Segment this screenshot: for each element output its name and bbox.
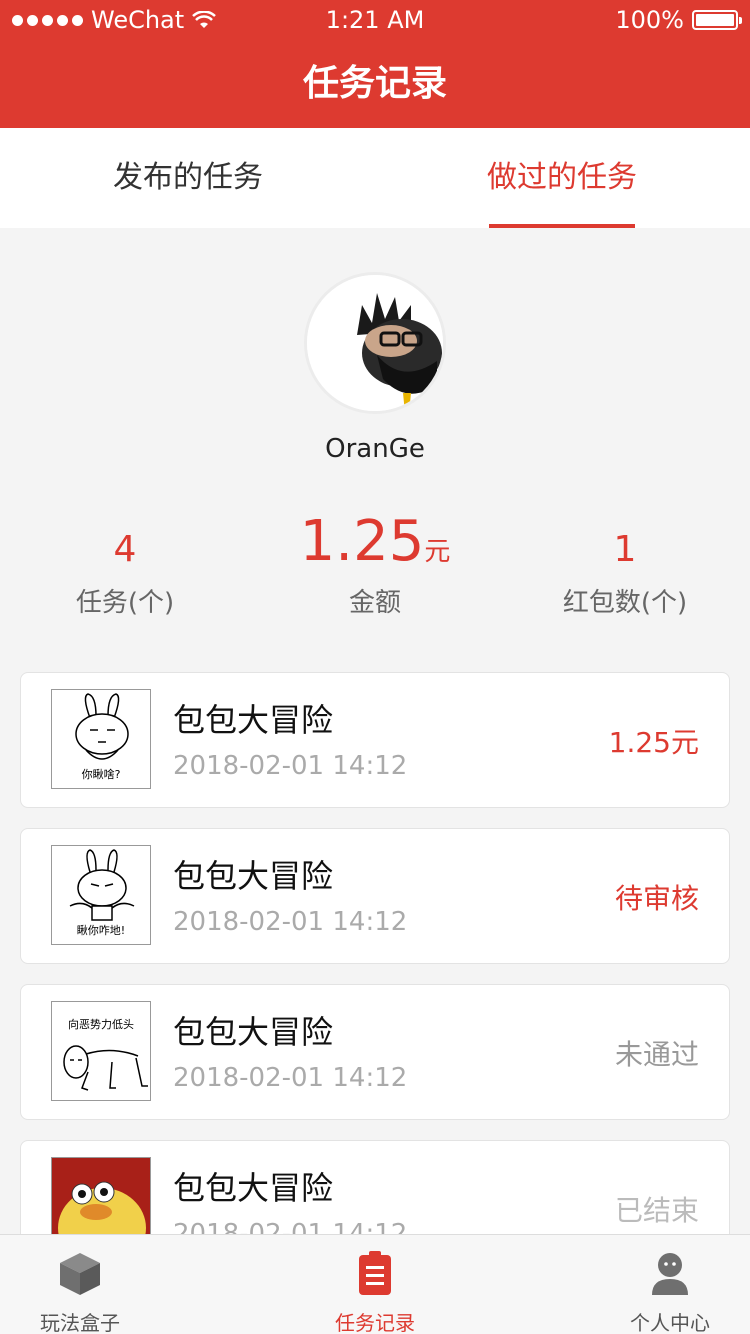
avatar-image — [307, 275, 443, 411]
page-title: 任务记录 — [302, 63, 447, 104]
person-icon — [652, 1253, 688, 1295]
list-item[interactable]: 向恶势力低头 包包大冒险 2018-02-01 14:12 未通过 — [20, 984, 730, 1120]
tab-done-tasks[interactable]: 做过的任务 — [462, 128, 662, 228]
task-date: 2018-02-01 14:12 — [173, 751, 408, 781]
task-date: 2018-02-01 14:12 — [173, 1063, 408, 1093]
segment-tabs: 发布的任务 做过的任务 — [0, 128, 750, 228]
clipboard-icon — [359, 1251, 391, 1295]
status-bar-right: 100% — [615, 6, 742, 34]
task-thumbnail: 向恶势力低头 — [51, 1001, 151, 1101]
stat-tasks-label: 任务(个) — [75, 588, 175, 618]
bottom-tab-label: 玩法盒子 — [40, 1311, 120, 1334]
stat-amount-value: 1.25 — [299, 509, 425, 574]
list-item[interactable]: 你瞅啥? 包包大冒险 2018-02-01 14:12 1.25元 — [20, 672, 730, 808]
tab-label: 发布的任务 — [113, 160, 263, 195]
stats-row: 4 任务(个) 1.25元 金额 1 红包数(个) — [0, 510, 750, 620]
cube-icon — [60, 1253, 100, 1295]
thumb-caption: 向恶势力低头 — [68, 1018, 134, 1031]
stat-amount-unit: 元 — [424, 537, 451, 567]
stat-amount: 1.25元 金额 — [250, 510, 500, 619]
thumb-caption: 你瞅啥? — [81, 768, 121, 781]
stat-tasks-value: 4 — [113, 529, 137, 570]
status-bar: WeChat 1:21 AM 100% — [0, 0, 750, 40]
avatar[interactable] — [304, 272, 446, 414]
username: OranGe — [325, 434, 425, 464]
stat-redpackets: 1 红包数(个) — [500, 510, 750, 619]
task-date: 2018-02-01 14:12 — [173, 907, 408, 937]
list-item[interactable]: 瞅你咋地! 包包大冒险 2018-02-01 14:12 待审核 — [20, 828, 730, 964]
task-status: 未通过 — [614, 1038, 699, 1071]
bottom-tab-personal-center[interactable]: 个人中心 — [590, 1235, 750, 1334]
task-status: 已结束 — [614, 1194, 699, 1227]
nav-bar: 任务记录 — [0, 40, 750, 128]
task-title: 包包大冒险 — [173, 1169, 334, 1207]
stat-amount-value-wrap: 1.25元 — [250, 510, 500, 574]
tab-label: 做过的任务 — [487, 160, 637, 195]
battery-percent: 100% — [615, 6, 684, 34]
thumb-caption: 瞅你咋地! — [76, 924, 126, 937]
battery-icon — [692, 10, 742, 30]
bottom-tab-label: 个人中心 — [630, 1311, 710, 1334]
task-thumbnail: 瞅你咋地! — [51, 845, 151, 945]
stat-tasks: 4 任务(个) — [0, 510, 250, 619]
task-thumbnail: 你瞅啥? — [51, 689, 151, 789]
tab-published-tasks[interactable]: 发布的任务 — [88, 128, 288, 228]
bottom-tab-bar: 玩法盒子 任务记录 个人中心 — [0, 1234, 750, 1334]
task-status: 1.25元 — [608, 726, 699, 759]
stat-redpackets-label: 红包数(个) — [562, 588, 688, 618]
bottom-tab-label: 任务记录 — [335, 1311, 415, 1334]
bottom-tab-play-box[interactable]: 玩法盒子 — [0, 1235, 160, 1334]
stat-redpackets-value: 1 — [613, 529, 637, 570]
task-title: 包包大冒险 — [173, 1013, 334, 1051]
stat-amount-label: 金额 — [348, 588, 401, 618]
task-title: 包包大冒险 — [173, 857, 334, 895]
bottom-tab-task-records[interactable]: 任务记录 — [295, 1235, 455, 1334]
task-title: 包包大冒险 — [173, 701, 334, 739]
active-tab-indicator — [489, 224, 635, 228]
task-status: 待审核 — [614, 882, 699, 915]
